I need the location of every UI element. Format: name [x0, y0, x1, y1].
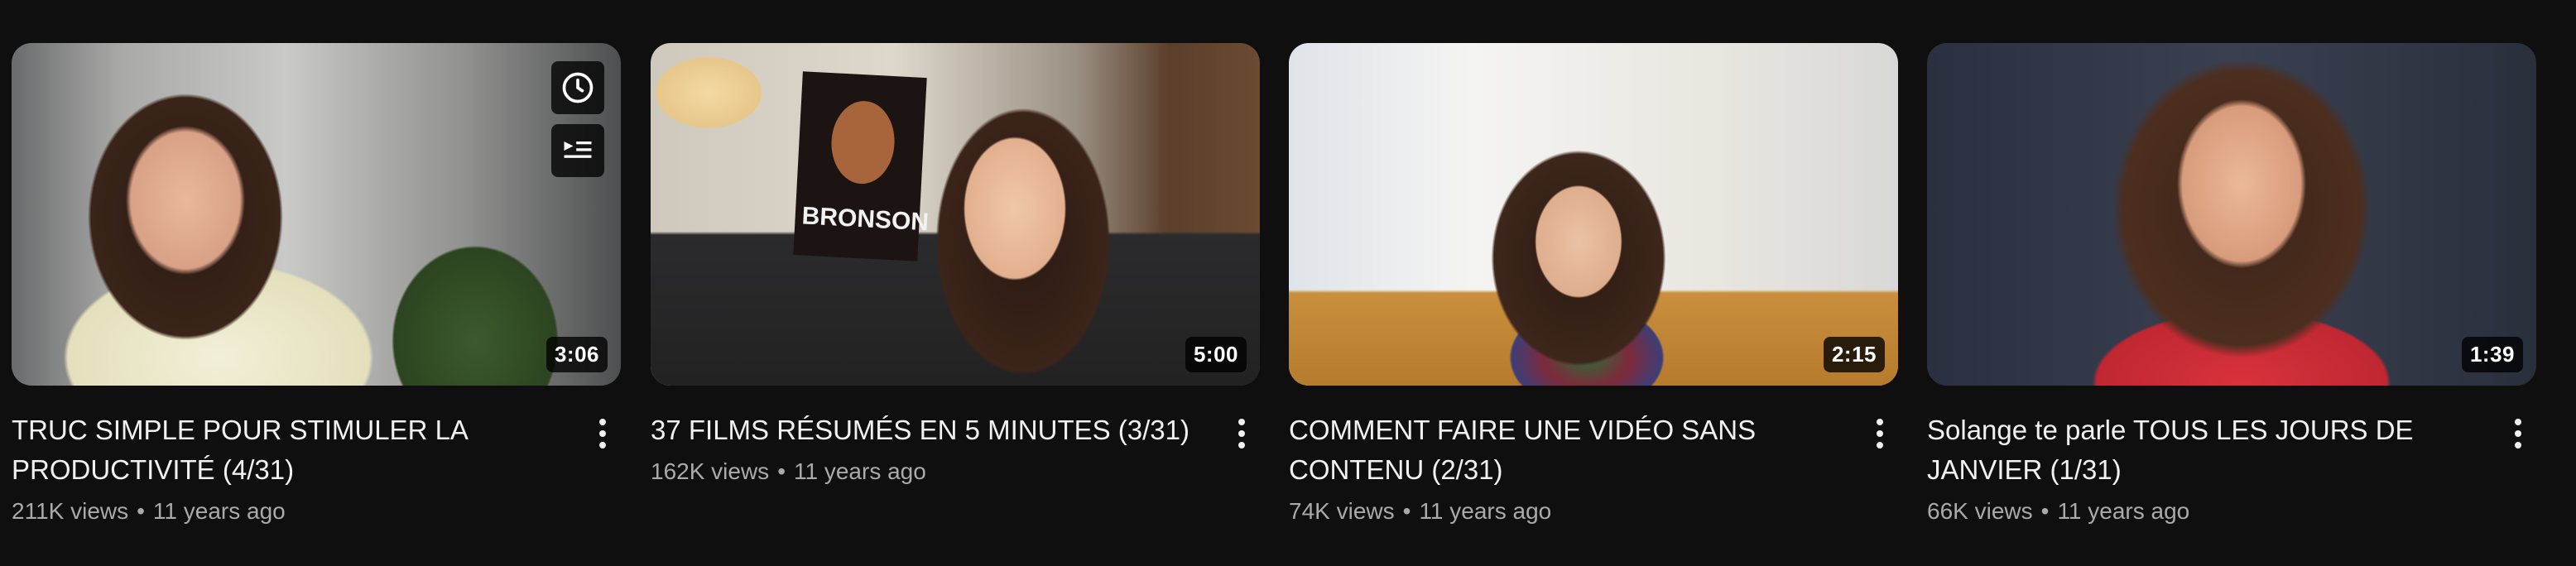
more-vert-icon [599, 419, 606, 448]
more-vert-icon [2515, 419, 2521, 448]
add-to-queue-icon [564, 142, 592, 158]
video-card[interactable]: 3:06 TRUC SIMPLE POUR STIMULER LA PRODUC… [12, 43, 621, 528]
more-actions-button[interactable] [586, 414, 619, 453]
upload-age: 11 years ago [1419, 498, 1552, 524]
more-vert-icon [1877, 419, 1883, 448]
video-meta: TRUC SIMPLE POUR STIMULER LA PRODUCTIVIT… [12, 410, 621, 528]
add-to-queue-button[interactable] [551, 124, 604, 177]
separator-dot: • [777, 458, 786, 484]
more-actions-button[interactable] [1225, 414, 1258, 453]
duration-badge: 5:00 [1185, 337, 1247, 372]
upload-age: 11 years ago [794, 458, 926, 484]
duration-badge: 2:15 [1823, 337, 1885, 372]
video-meta: COMMENT FAIRE UNE VIDÉO SANS CONTENU (2/… [1289, 410, 1898, 528]
video-card[interactable]: 2:15 COMMENT FAIRE UNE VIDÉO SANS CONTEN… [1289, 43, 1898, 528]
video-meta: Solange te parle TOUS LES JOURS DE JANVI… [1927, 410, 2536, 528]
thumbnail-image [12, 43, 621, 386]
separator-dot: • [1402, 498, 1411, 524]
upload-age: 11 years ago [152, 498, 286, 524]
video-thumbnail[interactable]: 2:15 [1289, 43, 1898, 386]
separator-dot: • [137, 498, 145, 524]
dvd-cover-art: BRONSON [793, 71, 930, 261]
video-title[interactable]: 37 FILMS RÉSUMÉS EN 5 MINUTES (3/31) [651, 410, 1210, 450]
clock-icon [562, 72, 594, 103]
view-count: 66K views [1927, 498, 2033, 524]
upload-age: 11 years ago [2057, 498, 2190, 524]
more-vert-icon [1238, 419, 1245, 448]
more-actions-button[interactable] [1863, 414, 1896, 453]
video-title[interactable]: Solange te parle TOUS LES JOURS DE JANVI… [1927, 410, 2487, 490]
video-meta: 37 FILMS RÉSUMÉS EN 5 MINUTES (3/31) 162… [651, 410, 1260, 488]
video-title[interactable]: TRUC SIMPLE POUR STIMULER LA PRODUCTIVIT… [12, 410, 571, 490]
thumbnail-image [1927, 43, 2536, 386]
video-card[interactable]: BRONSON 5:00 37 FILMS RÉSUMÉS EN 5 MINUT… [651, 43, 1260, 488]
view-count: 162K views [651, 458, 770, 484]
video-stats: 66K views • 11 years ago [1927, 495, 2487, 528]
view-count: 74K views [1289, 498, 1395, 524]
video-stats: 162K views • 11 years ago [651, 455, 1210, 488]
video-thumbnail[interactable]: 1:39 [1927, 43, 2536, 386]
video-grid: 3:06 TRUC SIMPLE POUR STIMULER LA PRODUC… [0, 0, 2576, 566]
view-count: 211K views [12, 498, 129, 524]
more-actions-button[interactable] [2502, 414, 2535, 453]
video-stats: 74K views • 11 years ago [1289, 495, 1848, 528]
video-title[interactable]: COMMENT FAIRE UNE VIDÉO SANS CONTENU (2/… [1289, 410, 1848, 490]
watch-later-button[interactable] [551, 61, 604, 114]
duration-badge: 3:06 [545, 337, 608, 372]
thumbnail-image [1289, 43, 1898, 386]
video-thumbnail[interactable]: 3:06 [12, 43, 621, 386]
duration-badge: 1:39 [2461, 337, 2523, 372]
video-card[interactable]: 1:39 Solange te parle TOUS LES JOURS DE … [1927, 43, 2536, 528]
video-thumbnail[interactable]: BRONSON 5:00 [651, 43, 1260, 386]
separator-dot: • [2040, 498, 2050, 524]
video-stats: 211K views • 11 years ago [12, 495, 571, 528]
